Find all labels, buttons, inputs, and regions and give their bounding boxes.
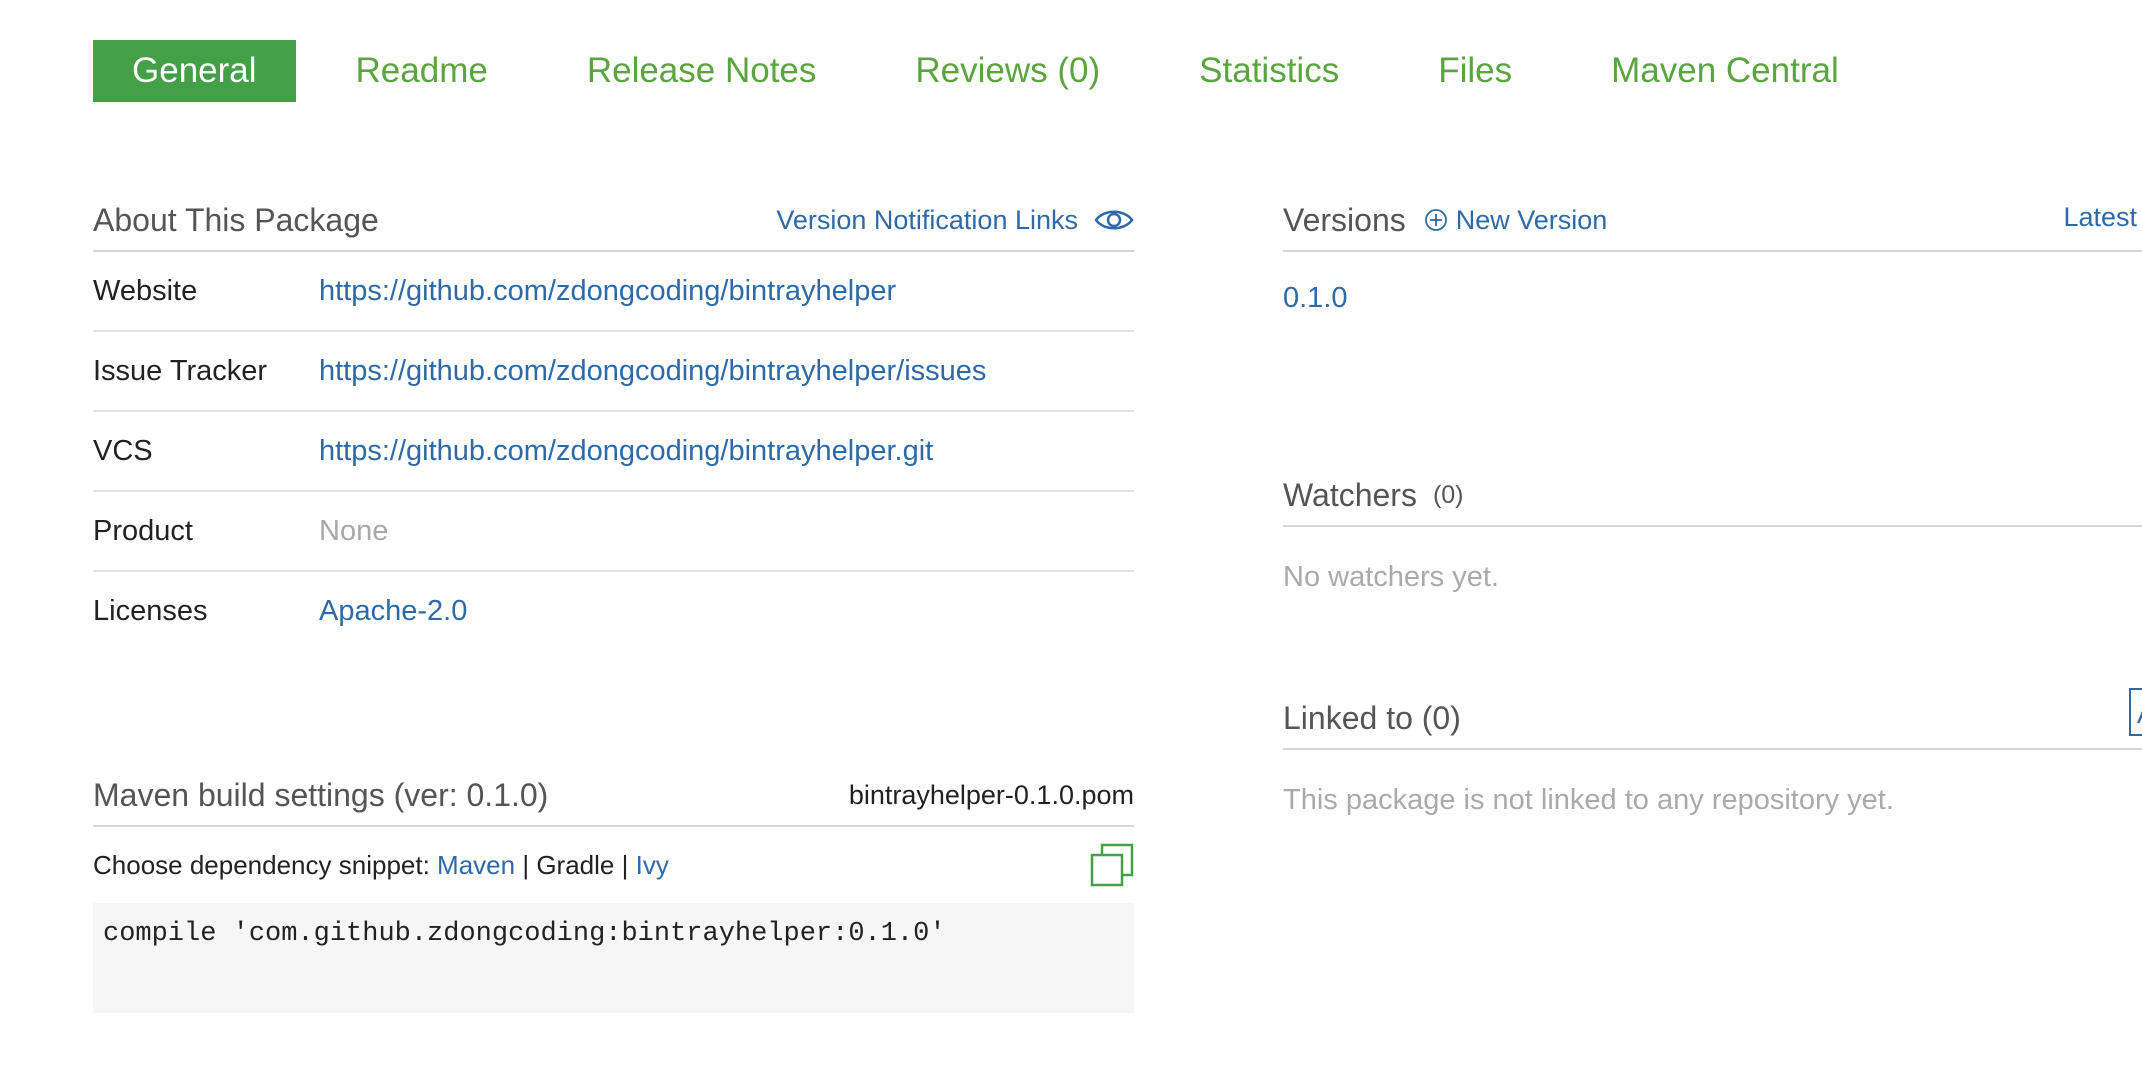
watchers-section: Watchers (0) No watchers yet.	[1283, 465, 2142, 594]
about-package-section: About This Package Version Notification …	[93, 190, 1134, 650]
new-version-label: New Version	[1455, 204, 1608, 235]
choose-snippet-label: Choose dependency snippet:	[93, 849, 430, 880]
maven-build-settings: Maven build settings (ver: 0.1.0) bintra…	[93, 765, 1134, 1013]
watchers-count: (0)	[1432, 480, 1464, 509]
tab-statistics[interactable]: Statistics	[1160, 40, 1378, 102]
tab-maven-central[interactable]: Maven Central	[1572, 40, 1878, 102]
versions-title: Versions	[1283, 201, 1406, 238]
info-row-website: Website https://github.com/zdongcoding/b…	[93, 252, 1134, 332]
new-version-button[interactable]: New Version	[1424, 204, 1608, 236]
package-tabs: General Readme Release Notes Reviews (0)…	[93, 40, 1899, 102]
maven-snippet-link[interactable]: Maven	[437, 850, 515, 880]
info-row-licenses: Licenses Apache-2.0	[93, 572, 1134, 650]
info-label: Website	[93, 274, 198, 307]
info-row-product: Product None	[93, 492, 1134, 572]
version-link[interactable]: 0.1.0	[1283, 282, 2142, 315]
gradle-snippet-label: Gradle	[536, 849, 615, 880]
versions-section: Versions New Version Latest 0.1.0	[1283, 190, 2142, 315]
watchers-title: Watchers	[1283, 476, 1417, 513]
linked-header: Linked to (0)	[1283, 688, 2142, 750]
version-notification-label: Version Notification Links	[776, 204, 1078, 235]
tab-release-notes[interactable]: Release Notes	[548, 40, 856, 102]
copy-icon[interactable]	[1090, 843, 1134, 887]
linked-title: Linked to (0)	[1283, 699, 1461, 736]
vcs-link[interactable]: https://github.com/zdongcoding/bintrayhe…	[319, 435, 933, 468]
watchers-empty-message: No watchers yet.	[1283, 561, 1499, 593]
website-link[interactable]: https://github.com/zdongcoding/bintrayhe…	[319, 275, 896, 308]
linked-empty-message: This package is not linked to any reposi…	[1283, 784, 1894, 816]
maven-title: Maven build settings (ver: 0.1.0)	[93, 776, 549, 813]
info-row-vcs: VCS https://github.com/zdongcoding/bintr…	[93, 412, 1134, 492]
info-label: Product	[93, 514, 193, 547]
about-title: About This Package	[93, 201, 379, 238]
tab-readme[interactable]: Readme	[317, 40, 527, 102]
eye-icon	[1094, 210, 1134, 230]
tab-reviews[interactable]: Reviews (0)	[876, 40, 1139, 102]
dependency-snippet-code[interactable]: compile 'com.github.zdongcoding:bintrayh…	[93, 903, 1134, 1013]
license-link[interactable]: Apache-2.0	[319, 595, 467, 628]
info-label: VCS	[93, 434, 153, 467]
tab-general[interactable]: General	[93, 40, 296, 102]
info-label: Issue Tracker	[93, 354, 268, 387]
issue-tracker-link[interactable]: https://github.com/zdongcoding/bintrayhe…	[319, 355, 986, 388]
versions-header: Versions New Version Latest	[1283, 190, 2142, 252]
ivy-snippet-link[interactable]: Ivy	[636, 850, 669, 880]
product-value: None	[319, 514, 389, 547]
version-notification-link[interactable]: Version Notification Links	[776, 205, 1134, 236]
tab-files[interactable]: Files	[1399, 40, 1551, 102]
separator: |	[621, 849, 629, 880]
pom-file-link[interactable]: bintrayhelper-0.1.0.pom	[849, 780, 1134, 811]
info-row-issue-tracker: Issue Tracker https://github.com/zdongco…	[93, 332, 1134, 412]
add-link-button[interactable]: A	[2129, 688, 2142, 736]
linked-section: Linked to (0) A This package is not link…	[1283, 688, 2142, 817]
separator: |	[522, 849, 530, 880]
maven-header: Maven build settings (ver: 0.1.0) bintra…	[93, 765, 1134, 827]
watchers-header: Watchers (0)	[1283, 465, 2142, 527]
latest-version-link[interactable]: Latest	[2063, 202, 2137, 233]
snippet-chooser: Choose dependency snippet: Maven | Gradl…	[93, 827, 1134, 903]
info-label: Licenses	[93, 594, 208, 627]
snippet-options: Choose dependency snippet: Maven | Gradl…	[93, 850, 669, 881]
plus-circle-icon	[1424, 209, 1447, 231]
about-header: About This Package Version Notification …	[93, 190, 1134, 252]
